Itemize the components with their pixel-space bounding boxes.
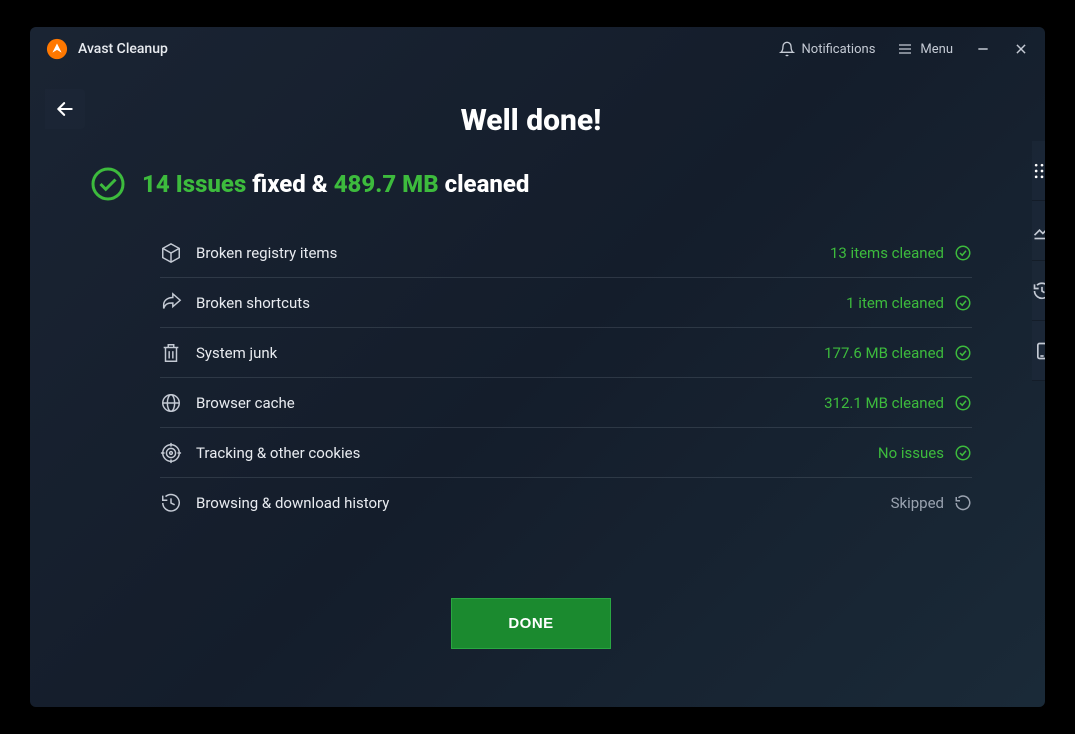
checkmark-circle-icon [90, 166, 126, 202]
summary-middle: fixed & [246, 170, 333, 198]
row-status: 1 item cleaned [846, 294, 972, 312]
titlebar: Avast Cleanup Notifications [30, 27, 1045, 71]
check-circle-icon [954, 344, 972, 362]
menu-label: Menu [920, 42, 953, 57]
row-status: No issues [878, 444, 972, 462]
history-icon [160, 492, 182, 514]
rail-history-button[interactable] [1032, 261, 1045, 321]
trash-icon [160, 342, 182, 364]
status-text: 13 items cleaned [830, 244, 944, 262]
cube-icon [160, 242, 182, 264]
result-row: System junk 177.6 MB cleaned [160, 328, 972, 378]
titlebar-left: Avast Cleanup [46, 38, 168, 60]
row-status: 13 items cleaned [830, 244, 972, 262]
result-row: Broken shortcuts 1 item cleaned [160, 278, 972, 328]
hamburger-icon [897, 41, 913, 57]
skip-icon [954, 494, 972, 512]
minimize-button[interactable] [975, 41, 991, 57]
app-window: Avast Cleanup Notifications [30, 27, 1045, 707]
page-title: Well done! [461, 103, 602, 138]
main-content: Well done! 14 Issues fixed & 489.7 MB cl… [30, 71, 1032, 707]
summary-size: 489.7 MB [334, 170, 439, 198]
phone-icon [1032, 341, 1045, 361]
row-label: Broken registry items [196, 244, 337, 262]
notifications-label: Notifications [802, 42, 876, 57]
rail-grid-button[interactable] [1032, 141, 1045, 201]
row-status: 312.1 MB cleaned [824, 394, 972, 412]
status-text: 1 item cleaned [846, 294, 944, 312]
result-row: Tracking & other cookies No issues [160, 428, 972, 478]
close-button[interactable] [1013, 41, 1029, 57]
row-status: Skipped [891, 494, 972, 512]
row-label: System junk [196, 344, 277, 362]
result-row: Broken registry items 13 items cleaned [160, 228, 972, 278]
summary-row: 14 Issues fixed & 489.7 MB cleaned [90, 166, 529, 202]
bell-icon [779, 41, 795, 57]
check-circle-icon [954, 244, 972, 262]
row-label: Browser cache [196, 394, 295, 412]
status-text: No issues [878, 444, 944, 462]
results-list: Broken registry items 13 items cleaned [160, 228, 972, 528]
target-icon [160, 442, 182, 464]
status-text: 312.1 MB cleaned [824, 394, 944, 412]
summary-tail: cleaned [439, 170, 530, 198]
status-text: 177.6 MB cleaned [824, 344, 944, 362]
globe-icon [160, 392, 182, 414]
row-label: Browsing & download history [196, 494, 389, 512]
result-row: Browser cache 312.1 MB cleaned [160, 378, 972, 428]
check-circle-icon [954, 294, 972, 312]
menu-button[interactable]: Menu [897, 41, 953, 57]
check-circle-icon [954, 444, 972, 462]
app-title: Avast Cleanup [78, 41, 168, 57]
avast-logo-icon [46, 38, 68, 60]
rail-device-button[interactable] [1032, 321, 1045, 381]
share-arrow-icon [160, 292, 182, 314]
done-button[interactable]: DONE [451, 598, 610, 649]
right-rail [1032, 141, 1045, 707]
status-text: Skipped [891, 494, 944, 512]
result-row: Browsing & download history Skipped [160, 478, 972, 528]
grid-icon [1032, 161, 1045, 181]
summary-text: 14 Issues fixed & 489.7 MB cleaned [142, 170, 529, 198]
back-button[interactable] [45, 89, 85, 129]
chart-line-icon [1032, 221, 1045, 241]
check-circle-icon [954, 394, 972, 412]
window-body: Well done! 14 Issues fixed & 489.7 MB cl… [30, 71, 1045, 707]
notifications-button[interactable]: Notifications [779, 41, 876, 57]
history-icon [1032, 281, 1045, 301]
row-status: 177.6 MB cleaned [824, 344, 972, 362]
row-label: Broken shortcuts [196, 294, 310, 312]
summary-issues: 14 Issues [142, 170, 246, 198]
titlebar-right: Notifications Menu [779, 41, 1030, 57]
rail-chart-button[interactable] [1032, 201, 1045, 261]
row-label: Tracking & other cookies [196, 444, 360, 462]
